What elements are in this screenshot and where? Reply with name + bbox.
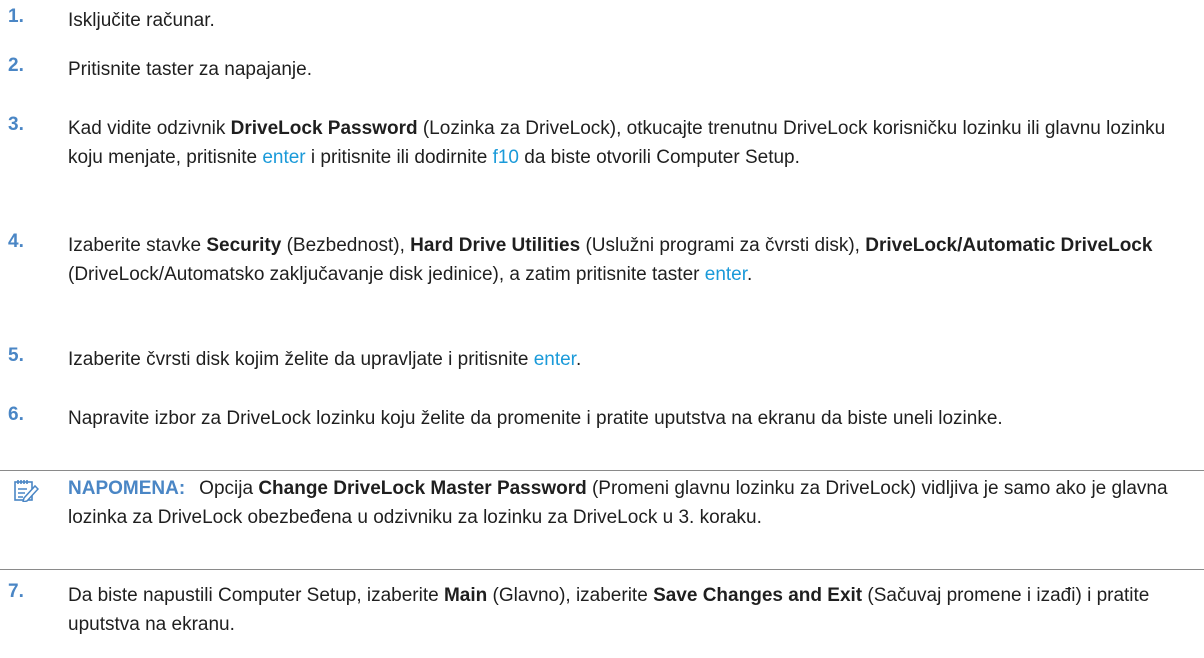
step-text: Napravite izbor za DriveLock lozinku koj…: [68, 404, 1198, 433]
text-run: Napravite izbor za DriveLock lozinku koj…: [68, 408, 1003, 429]
text-run: Kad vidite odzivnik: [68, 118, 231, 139]
step-number: 1.: [8, 6, 24, 27]
key-name: enter: [262, 147, 306, 168]
step-number: 7.: [8, 581, 24, 602]
note-text: NAPOMENA: Opcija Change DriveLock Master …: [68, 474, 1198, 532]
key-name: enter: [533, 349, 576, 370]
emphasis-term: Main: [443, 585, 488, 606]
text-run: .: [575, 349, 582, 370]
emphasis-term: Save Changes and Exit: [653, 585, 863, 606]
step-text: Da biste napustili Computer Setup, izabe…: [68, 581, 1198, 639]
emphasis-term: Security: [206, 235, 282, 256]
text-run: Isključite računar.: [68, 10, 215, 31]
step-text: Pritisnite taster za napajanje.: [68, 55, 1198, 84]
emphasis-term: Change DriveLock Master Password: [258, 478, 587, 499]
key-name: f10: [492, 147, 519, 168]
text-run: (Bezbednost),: [281, 235, 411, 256]
note-label: NAPOMENA:: [68, 478, 186, 499]
text-run: Opcija: [199, 478, 259, 499]
step-number: 6.: [8, 404, 24, 425]
text-run: (Uslužni programi za čvrsti disk),: [580, 235, 866, 256]
step-number: 4.: [8, 231, 24, 252]
text-run: i pritisnite ili dodirnite: [305, 147, 493, 168]
text-run: .: [747, 264, 753, 285]
emphasis-term: Hard Drive Utilities: [410, 235, 581, 256]
step-text: Izaberite čvrsti disk kojim želite da up…: [68, 345, 1198, 374]
note-pencil-icon: [13, 478, 40, 504]
step-text: Izaberite stavke Security (Bezbednost), …: [68, 231, 1198, 289]
text-run: (DriveLock/Automatsko zaključavanje disk…: [68, 264, 705, 285]
step-number: 5.: [8, 345, 24, 366]
text-run: Pritisnite taster za napajanje.: [68, 59, 312, 80]
text-run: da biste otvorili Computer Setup.: [518, 147, 800, 168]
text-run: (Glavno), izaberite: [487, 585, 654, 606]
step-text: Isključite računar.: [68, 6, 1198, 35]
text-run: Da biste napustili Computer Setup, izabe…: [68, 585, 444, 606]
step-number: 3.: [8, 114, 24, 135]
step-text: Kad vidite odzivnik DriveLock Password (…: [68, 114, 1198, 172]
note-body: Opcija Change DriveLock Master Password …: [68, 478, 1168, 528]
document-page: 1. Isključite računar. 2. Pritisnite tas…: [0, 0, 1204, 658]
emphasis-term: DriveLock Password: [230, 118, 418, 139]
text-run: Izaberite čvrsti disk kojim želite da up…: [68, 349, 534, 370]
note-divider-top: [0, 470, 1204, 471]
note-divider-bottom: [0, 569, 1204, 570]
text-run: Izaberite stavke: [68, 235, 207, 256]
emphasis-term: DriveLock/Automatic DriveLock: [865, 235, 1153, 256]
step-number: 2.: [8, 55, 24, 76]
key-name: enter: [704, 264, 748, 285]
